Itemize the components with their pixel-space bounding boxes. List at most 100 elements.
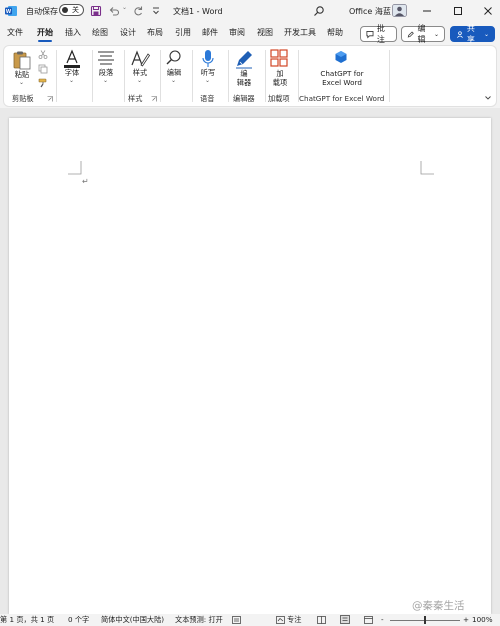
zoom-slider-thumb[interactable] [424,616,426,624]
search-icon[interactable] [313,5,325,17]
web-layout-icon[interactable] [364,616,373,624]
group-separator [92,50,93,102]
title-bar: W 自动保存 关 ⌄ 文档1 - Word Office 海蓝 [0,0,500,22]
cut-icon[interactable] [38,50,48,59]
share-icon [457,30,463,38]
comments-button[interactable]: 批注 [360,24,397,44]
tab-references[interactable]: 引用 [175,27,191,39]
dialog-launcher-icon[interactable] [151,96,157,102]
chevron-down-icon[interactable]: ⌄ [19,80,24,86]
zoom-out-button[interactable]: - [381,615,384,625]
avatar[interactable] [392,4,407,17]
text-prediction[interactable]: 文本预测: 打开 [175,615,223,625]
word-count[interactable]: 0 个字 [68,615,89,625]
toggle-knob [62,7,68,13]
editing-label[interactable]: 编辑 [162,68,186,77]
editing-mode-button[interactable]: 编辑 ⌄ [401,24,445,44]
focus-label[interactable]: 专注 [287,615,301,625]
paste-label[interactable]: 粘贴 [10,70,34,79]
tab-developer[interactable]: 开发工具 [284,27,316,39]
group-separator [160,50,161,102]
chevron-down-icon[interactable]: ⌄ [205,78,210,84]
styles-icon[interactable] [130,49,150,69]
font-icon[interactable] [63,49,81,69]
tab-review[interactable]: 审阅 [229,27,245,39]
ribbon-collapse-icon[interactable] [484,94,492,102]
redo-icon[interactable] [132,5,144,17]
add-ins-label-line2[interactable]: 载项 [268,78,292,87]
font-label[interactable]: 字体 [60,68,84,77]
chatgpt-label-line1[interactable]: ChatGPT for [306,69,378,78]
editing-label: 编辑 [417,24,426,44]
chevron-down-icon[interactable]: ⌄ [137,78,142,84]
status-bar: 第 1 页，共 1 页 0 个字 简体中文(中国大陆) 文本预测: 打开 专注 … [0,614,500,626]
share-label: 共享 [466,24,475,44]
minimize-icon[interactable] [420,4,434,18]
autosave-label: 自动保存 [26,6,58,16]
save-icon[interactable] [90,5,102,17]
group-separator [56,50,57,102]
undo-icon[interactable] [108,5,120,17]
svg-text:W: W [6,9,12,15]
paragraph-label[interactable]: 段落 [94,68,118,77]
editor-label-line2[interactable]: 辑器 [232,78,256,87]
language[interactable]: 简体中文(中国大陆) [101,615,164,625]
dictate-label[interactable]: 听写 [196,68,220,77]
add-ins-icon[interactable] [270,49,288,67]
autosave-state: 关 [72,6,79,14]
tab-draw[interactable]: 绘图 [92,27,108,39]
paragraph-icon[interactable] [97,50,115,66]
tab-help[interactable]: 帮助 [327,27,343,39]
comment-icon [366,30,374,39]
tab-design[interactable]: 设计 [120,27,136,39]
chevron-down-icon[interactable]: ⌄ [171,78,176,84]
document-canvas: ↵ [0,108,500,614]
tab-insert[interactable]: 插入 [65,27,81,39]
tab-mailings[interactable]: 邮件 [202,27,218,39]
editor-label-line1[interactable]: 编 [232,69,256,78]
chevron-down-icon[interactable]: ⌄ [103,78,108,84]
group-separator [192,50,193,102]
focus-icon[interactable] [276,616,285,624]
page-count[interactable]: 第 1 页，共 1 页 [0,615,54,625]
editor-icon[interactable] [234,49,254,69]
group-separator [389,50,390,102]
editing-search-icon[interactable] [165,49,183,67]
comments-label: 批注 [376,24,385,44]
tab-file[interactable]: 文件 [7,27,23,39]
tab-view[interactable]: 视图 [257,27,273,39]
chevron-down-icon: ⌄ [483,30,489,38]
dialog-launcher-icon[interactable] [47,96,53,102]
close-icon[interactable] [481,4,495,18]
zoom-in-button[interactable]: + [463,615,469,625]
add-ins-label-line1[interactable]: 加 [268,69,292,78]
editor-group-label: 编辑器 [233,94,255,103]
chatgpt-icon[interactable] [334,50,348,64]
copy-icon[interactable] [38,64,48,74]
read-mode-icon[interactable] [317,616,326,624]
accessibility-icon[interactable] [232,616,241,624]
clipboard-group-label: 剪贴板 [12,94,34,103]
maximize-icon[interactable] [451,4,465,18]
zoom-level[interactable]: 100% [472,615,493,625]
group-separator [228,50,229,102]
margin-corner-mark [68,161,82,175]
print-layout-icon[interactable] [340,615,350,624]
document-page[interactable]: ↵ [9,118,491,614]
format-painter-icon[interactable] [38,78,48,88]
document-title: 文档1 - Word [173,6,223,16]
customize-qat-icon[interactable] [150,5,162,17]
styles-group-label: 样式 [128,94,143,103]
chevron-down-icon[interactable]: ⌄ [69,78,74,84]
account-name[interactable]: Office 海蓝 [349,0,391,22]
tab-home[interactable]: 开始 [37,27,53,42]
paste-icon[interactable] [12,50,32,70]
microphone-icon[interactable] [201,49,215,69]
styles-label[interactable]: 样式 [128,68,152,77]
chatgpt-label-line2[interactable]: Excel Word [306,78,378,87]
share-button[interactable]: 共享 ⌄ [450,24,495,44]
group-separator [124,50,125,102]
autosave-toggle[interactable]: 关 [59,4,84,16]
margin-corner-mark [420,161,434,175]
tab-layout[interactable]: 布局 [147,27,163,39]
